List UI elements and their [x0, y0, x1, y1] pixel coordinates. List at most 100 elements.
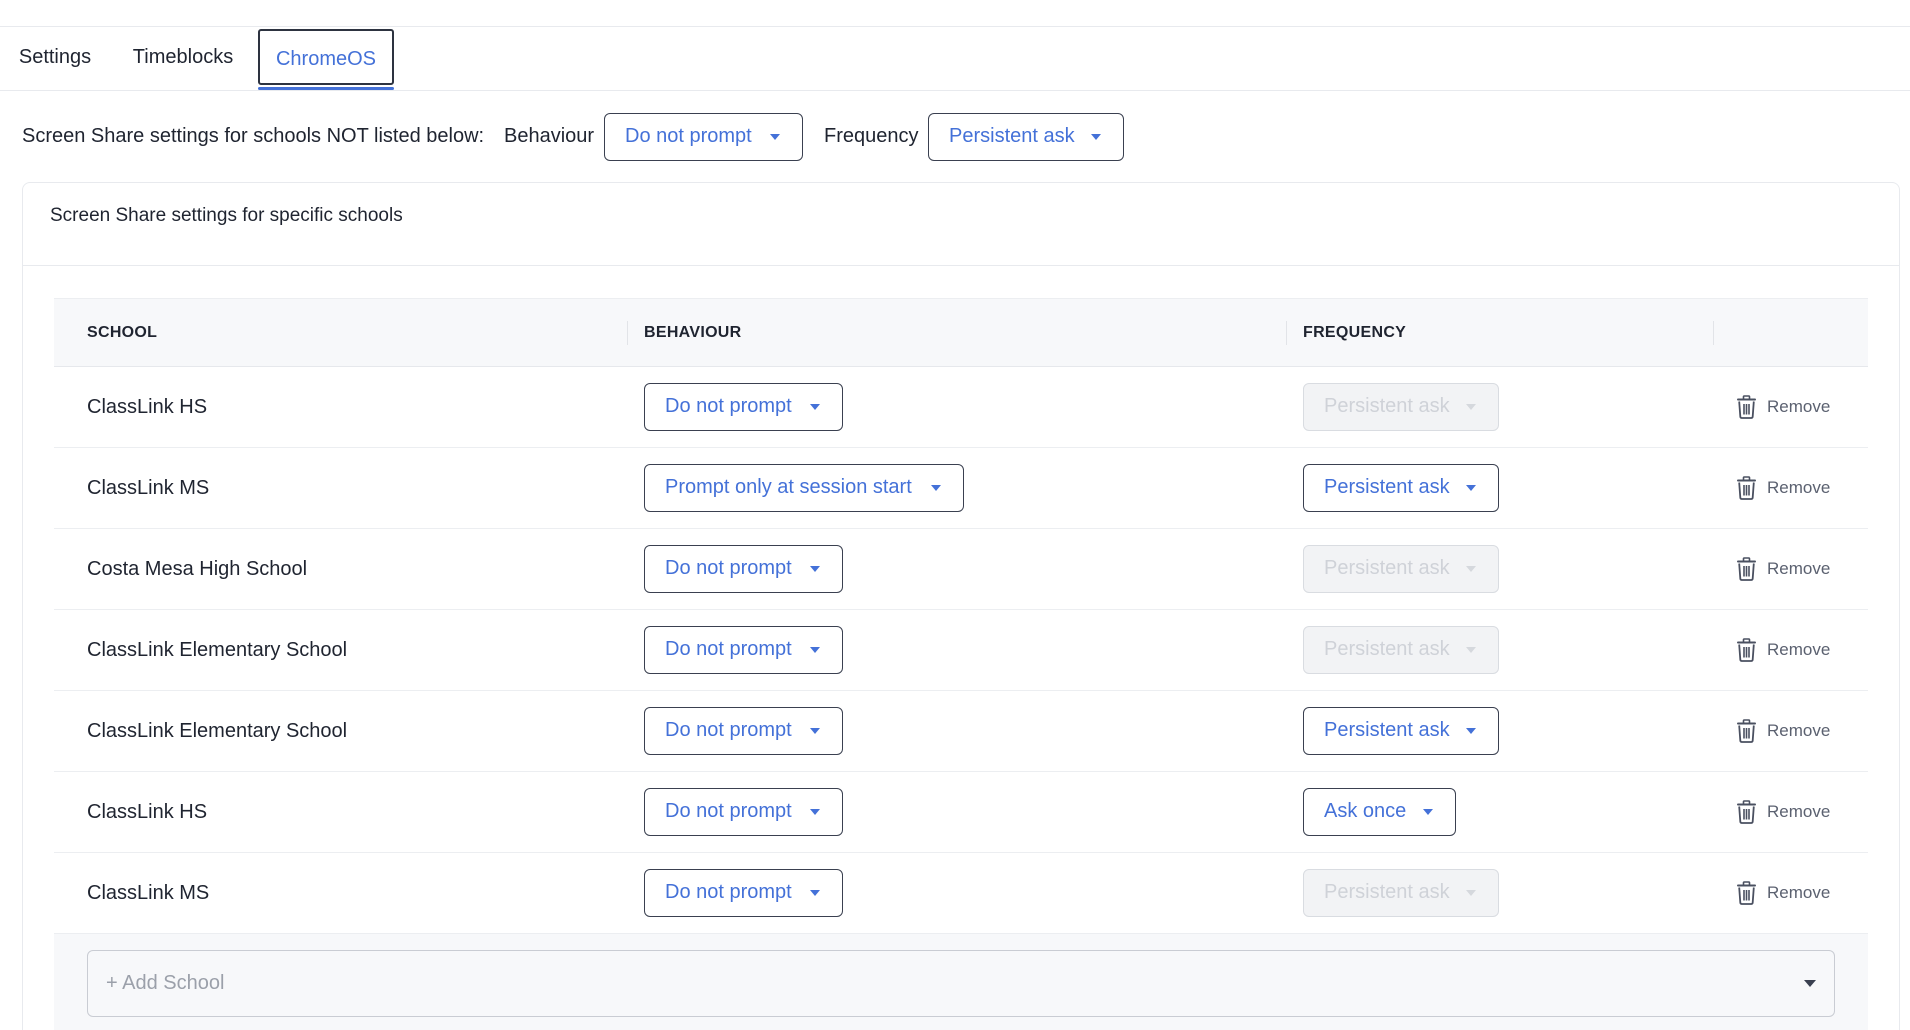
caret-down-icon: [1804, 980, 1816, 987]
add-school-placeholder: + Add School: [106, 972, 225, 994]
behaviour-value: Do not prompt: [665, 719, 792, 741]
caret-down-icon: [1466, 890, 1476, 896]
behaviour-dropdown[interactable]: Do not prompt: [644, 626, 843, 674]
caret-down-icon: [810, 890, 820, 896]
frequency-value: Persistent ask: [1324, 638, 1450, 660]
remove-label: Remove: [1767, 721, 1831, 740]
behaviour-value: Do not prompt: [665, 800, 792, 822]
remove-label: Remove: [1767, 397, 1831, 416]
behaviour-value: Prompt only at session start: [665, 476, 912, 498]
frequency-value: Persistent ask: [1324, 881, 1450, 903]
trash-icon: [1737, 881, 1756, 905]
table-body: ClassLink HS Do not prompt Persistent as…: [54, 367, 1868, 934]
remove-label: Remove: [1767, 478, 1831, 497]
remove-button[interactable]: Remove: [1736, 448, 1830, 528]
global-screen-share-settings: Screen Share settings for schools NOT li…: [0, 110, 1910, 162]
global-frequency-label: Frequency: [824, 125, 919, 147]
card-divider: [23, 265, 1899, 266]
remove-label: Remove: [1767, 559, 1831, 578]
frequency-value: Persistent ask: [1324, 719, 1450, 741]
remove-button[interactable]: Remove: [1736, 853, 1830, 933]
tab-chromeos[interactable]: ChromeOS: [258, 29, 394, 85]
trash-icon: [1737, 476, 1756, 500]
frequency-dropdown: Persistent ask: [1303, 545, 1499, 593]
table-row: Costa Mesa High School Do not prompt Per…: [54, 529, 1868, 610]
global-behaviour-dropdown[interactable]: Do not prompt: [604, 113, 803, 161]
school-name: ClassLink HS: [87, 801, 208, 823]
column-separator: [627, 321, 628, 345]
column-header-frequency: FREQUENCY: [1303, 324, 1407, 341]
caret-down-icon: [1091, 134, 1101, 140]
remove-label: Remove: [1767, 883, 1831, 902]
trash-icon: [1737, 719, 1756, 743]
remove-label: Remove: [1767, 640, 1831, 659]
caret-down-icon: [1466, 485, 1476, 491]
behaviour-dropdown[interactable]: Do not prompt: [644, 707, 843, 755]
behaviour-value: Do not prompt: [665, 881, 792, 903]
school-name: ClassLink MS: [87, 882, 210, 904]
remove-button[interactable]: Remove: [1736, 367, 1830, 447]
tab-settings[interactable]: Settings: [14, 29, 96, 85]
caret-down-icon: [1466, 404, 1476, 410]
global-behaviour-label: Behaviour: [504, 125, 595, 147]
behaviour-value: Do not prompt: [665, 395, 792, 417]
frequency-value: Ask once: [1324, 800, 1407, 822]
trash-icon: [1737, 557, 1756, 581]
trash-icon: [1737, 800, 1756, 824]
frequency-value: Persistent ask: [1324, 395, 1450, 417]
card-title: Screen Share settings for specific schoo…: [50, 205, 403, 226]
global-frequency-dropdown[interactable]: Persistent ask: [928, 113, 1124, 161]
caret-down-icon: [810, 404, 820, 410]
frequency-dropdown[interactable]: Persistent ask: [1303, 707, 1499, 755]
behaviour-dropdown[interactable]: Do not prompt: [644, 545, 843, 593]
trash-icon: [1737, 395, 1756, 419]
remove-button[interactable]: Remove: [1736, 529, 1830, 609]
tab-timeblocks[interactable]: Timeblocks: [128, 29, 238, 85]
table-row: ClassLink HS Do not prompt Ask once Remo…: [54, 772, 1868, 853]
caret-down-icon: [810, 647, 820, 653]
school-name: ClassLink HS: [87, 396, 208, 418]
behaviour-dropdown[interactable]: Prompt only at session start: [644, 464, 964, 512]
column-separator: [1286, 321, 1287, 345]
add-school-row: + Add School: [54, 934, 1868, 1030]
caret-down-icon: [1466, 647, 1476, 653]
frequency-dropdown[interactable]: Persistent ask: [1303, 464, 1499, 512]
table-row: ClassLink Elementary School Do not promp…: [54, 610, 1868, 691]
table-row: ClassLink MS Prompt only at session star…: [54, 448, 1868, 529]
table-row: ClassLink Elementary School Do not promp…: [54, 691, 1868, 772]
remove-button[interactable]: Remove: [1736, 610, 1830, 690]
frequency-dropdown: Persistent ask: [1303, 383, 1499, 431]
remove-button[interactable]: Remove: [1736, 691, 1830, 771]
add-school-dropdown[interactable]: + Add School: [87, 950, 1835, 1017]
caret-down-icon: [1423, 809, 1433, 815]
school-name: ClassLink Elementary School: [87, 639, 348, 661]
caret-down-icon: [1466, 728, 1476, 734]
tab-bar: Settings Timeblocks ChromeOS: [0, 27, 1910, 91]
school-name: ClassLink Elementary School: [87, 720, 348, 742]
trash-icon: [1737, 638, 1756, 662]
frequency-dropdown: Persistent ask: [1303, 869, 1499, 917]
caret-down-icon: [931, 485, 941, 491]
caret-down-icon: [810, 728, 820, 734]
frequency-value: Persistent ask: [1324, 476, 1450, 498]
behaviour-dropdown[interactable]: Do not prompt: [644, 788, 843, 836]
school-name: ClassLink MS: [87, 477, 210, 499]
caret-down-icon: [1466, 566, 1476, 572]
column-header-school: SCHOOL: [87, 324, 158, 341]
active-tab-indicator: [258, 87, 394, 90]
global-settings-description: Screen Share settings for schools NOT li…: [22, 125, 485, 147]
behaviour-value: Do not prompt: [665, 557, 792, 579]
caret-down-icon: [770, 134, 780, 140]
remove-button[interactable]: Remove: [1736, 772, 1830, 852]
frequency-dropdown[interactable]: Ask once: [1303, 788, 1456, 836]
frequency-value: Persistent ask: [1324, 557, 1450, 579]
behaviour-dropdown[interactable]: Do not prompt: [644, 383, 843, 431]
table-row: ClassLink HS Do not prompt Persistent as…: [54, 367, 1868, 448]
global-behaviour-value: Do not prompt: [625, 125, 752, 147]
table-row: ClassLink MS Do not prompt Persistent as…: [54, 853, 1868, 934]
frequency-dropdown: Persistent ask: [1303, 626, 1499, 674]
caret-down-icon: [810, 566, 820, 572]
schools-table: SCHOOL BEHAVIOUR FREQUENCY ClassLink HS …: [54, 298, 1868, 1030]
column-header-behaviour: BEHAVIOUR: [644, 324, 742, 341]
behaviour-dropdown[interactable]: Do not prompt: [644, 869, 843, 917]
